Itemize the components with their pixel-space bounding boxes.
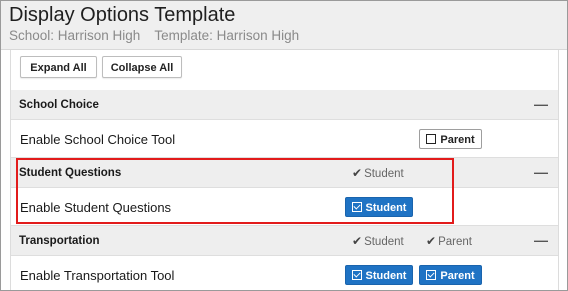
section-transportation[interactable]: Transportation ✔ Student ✔ Parent —	[11, 226, 558, 256]
display-options-window: Display Options Template School: Harriso…	[0, 0, 568, 291]
toggle-label: Parent	[440, 134, 475, 146]
checkbox-checked-icon	[351, 202, 362, 212]
item-label: Enable Transportation Tool	[20, 268, 175, 283]
student-toggle-button[interactable]: Student	[345, 197, 413, 217]
item-label: Enable School Choice Tool	[20, 132, 176, 147]
section-school-choice[interactable]: School Choice —	[11, 90, 558, 120]
school-label: School: Harrison High	[9, 28, 141, 43]
check-tag-label: Student	[364, 236, 404, 248]
check-tag-label: Parent	[438, 236, 472, 248]
options-panel: Expand All Collapse All School Choice — …	[10, 50, 559, 290]
check-tag: ✔ Student	[352, 166, 404, 180]
checkmark-icon: ✔	[426, 234, 437, 248]
checkbox-icon	[426, 134, 437, 144]
section-title: Student Questions	[19, 167, 122, 179]
checkbox-checked-icon	[351, 270, 362, 280]
student-toggle-button[interactable]: Student	[345, 265, 413, 285]
check-tag: ✔ Student	[352, 234, 404, 248]
item-transportation: Enable Transportation Tool Student Paren…	[11, 256, 558, 290]
parent-toggle-button[interactable]: Parent	[419, 265, 482, 285]
page-subtitle: School: Harrison High Template: Harrison …	[9, 28, 299, 43]
check-tag-label: Student	[364, 168, 404, 180]
check-tag: ✔ Parent	[426, 234, 472, 248]
page-title: Display Options Template	[9, 4, 236, 26]
item-school-choice: Enable School Choice Tool Parent	[11, 120, 558, 158]
item-label: Enable Student Questions	[20, 200, 172, 215]
template-label: Template: Harrison High	[154, 28, 300, 43]
toggle-label: Student	[365, 202, 407, 214]
collapse-all-button[interactable]: Collapse All	[102, 56, 182, 78]
expand-all-button[interactable]: Expand All	[20, 56, 97, 78]
item-student-questions: Enable Student Questions Student	[11, 188, 558, 226]
collapse-icon[interactable]: —	[534, 164, 548, 180]
toggle-label: Parent	[440, 270, 475, 282]
section-student-questions[interactable]: Student Questions ✔ Student —	[11, 158, 558, 188]
checkmark-icon: ✔	[352, 234, 363, 248]
toolbar: Expand All Collapse All	[11, 50, 558, 90]
toggle-label: Student	[365, 270, 407, 282]
checkmark-icon: ✔	[352, 166, 363, 180]
collapse-icon[interactable]: —	[534, 96, 548, 112]
section-title: School Choice	[19, 99, 99, 111]
parent-toggle-button[interactable]: Parent	[419, 129, 482, 149]
page-header: Display Options Template School: Harriso…	[1, 1, 567, 50]
checkbox-checked-icon	[426, 270, 437, 280]
section-title: Transportation	[19, 235, 100, 247]
collapse-icon[interactable]: —	[534, 232, 548, 248]
